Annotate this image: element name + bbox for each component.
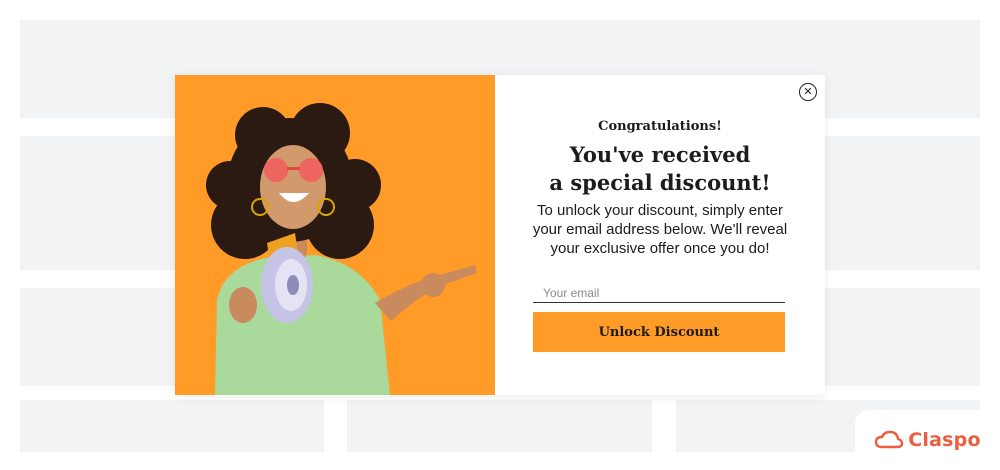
- unlock-discount-button[interactable]: Unlock Discount: [533, 312, 785, 352]
- discount-popup: ✕ Congratulations! You've received a spe…: [175, 75, 825, 395]
- cloud-icon: [875, 430, 904, 449]
- popup-description: To unlock your discount, simply enter yo…: [517, 201, 803, 258]
- brand-badge[interactable]: Claspo: [855, 410, 1000, 470]
- popup-form-panel: ✕ Congratulations! You've received a spe…: [495, 75, 825, 395]
- headline-line: You've received: [569, 142, 751, 167]
- background-placeholder-block: [347, 400, 652, 452]
- brand-name: Claspo: [908, 429, 981, 451]
- background-placeholder-block: [20, 400, 324, 452]
- popup-headline: You've received a special discount!: [495, 141, 825, 197]
- description-line: your exclusive offer once you do!: [550, 240, 770, 257]
- popup-eyebrow: Congratulations!: [598, 119, 722, 134]
- woman-with-megaphone-illustration: [206, 103, 477, 395]
- close-icon[interactable]: ✕: [799, 83, 817, 101]
- description-line: To unlock your discount, simply enter: [537, 202, 783, 219]
- headline-line: a special discount!: [549, 170, 771, 195]
- promo-image: [175, 75, 495, 395]
- email-field[interactable]: [533, 283, 785, 303]
- description-line: your email address below. We'll reveal: [532, 221, 788, 238]
